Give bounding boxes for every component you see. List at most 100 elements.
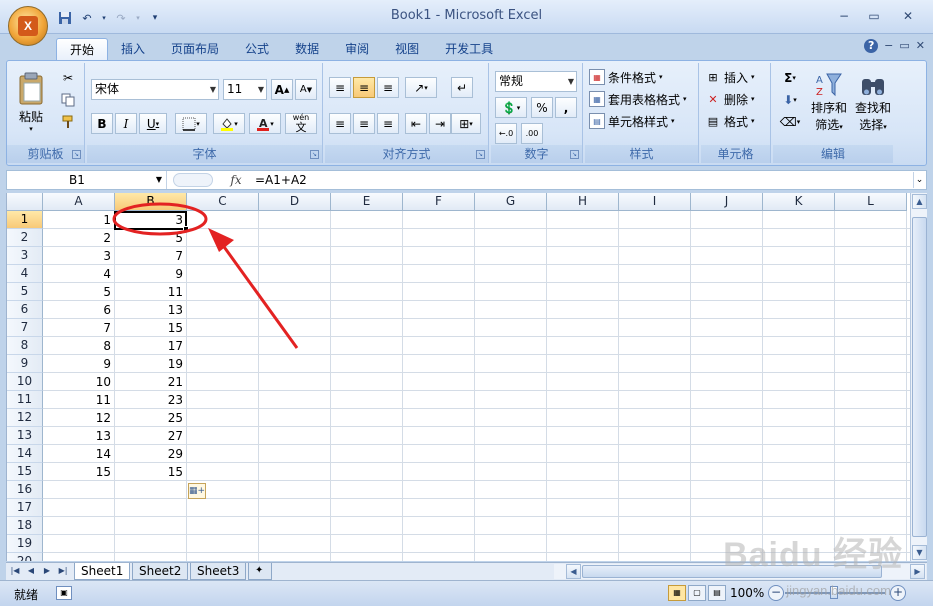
shrink-font-button[interactable]: A ▼ xyxy=(295,79,317,100)
decrease-indent-button[interactable]: ⇤ xyxy=(405,113,427,134)
currency-button[interactable]: 💲 ▾ xyxy=(495,97,527,118)
worksheet-grid[interactable]: A B C D E F G H I J K L 1 2 3 4 5 6 7 8 9 10 11 12 13 14 15 16 17 18 1… xyxy=(6,193,910,561)
cell-styles-button[interactable]: ▤ 单元格样式 ▾ xyxy=(589,111,675,131)
delete-cells-button[interactable]: ✕ 删除 ▾ xyxy=(705,89,754,109)
formula-splitter-icon[interactable] xyxy=(173,173,213,187)
last-sheet-icon[interactable]: ▶| xyxy=(56,564,70,578)
sheet-tab-sheet1[interactable]: Sheet1 xyxy=(74,563,131,580)
cell-a1[interactable]: 1 xyxy=(43,211,115,229)
phonetic-button[interactable]: wén 文 xyxy=(285,113,317,134)
merge-center-button[interactable]: ⊞ ▾ xyxy=(451,113,481,134)
insert-cells-button[interactable]: ⊞ 插入 ▾ xyxy=(705,67,754,87)
alignment-launcher-icon[interactable]: ↘ xyxy=(476,150,485,159)
column-header-f[interactable]: F xyxy=(403,193,475,211)
bold-button[interactable]: B xyxy=(91,113,113,134)
sheet-tab-sheet3[interactable]: Sheet3 xyxy=(190,563,247,580)
column-header-b[interactable]: B xyxy=(115,193,187,211)
insert-function-icon[interactable]: fx xyxy=(225,171,247,189)
row-header-13[interactable]: 13 xyxy=(7,427,43,445)
row-header-20[interactable]: 20 xyxy=(7,553,43,561)
column-header-l[interactable]: L xyxy=(835,193,907,211)
cell-b11[interactable]: 23 xyxy=(115,391,187,409)
row-header-10[interactable]: 10 xyxy=(7,373,43,391)
increase-indent-button[interactable]: ⇥ xyxy=(429,113,451,134)
cell-a6[interactable]: 6 xyxy=(43,301,115,319)
column-header-j[interactable]: J xyxy=(691,193,763,211)
align-left-button[interactable]: ≡ xyxy=(329,113,351,134)
tab-view[interactable]: 视图 xyxy=(382,38,432,60)
workbook-restore-button[interactable]: ▭ xyxy=(899,39,909,53)
align-middle-button[interactable]: ≡ xyxy=(353,77,375,98)
formula-input[interactable]: =A1+A2 xyxy=(255,171,307,189)
cell-a5[interactable]: 5 xyxy=(43,283,115,301)
column-header-a[interactable]: A xyxy=(43,193,115,211)
cell-b5[interactable]: 11 xyxy=(115,283,187,301)
row-header-2[interactable]: 2 xyxy=(7,229,43,247)
cell-b12[interactable]: 25 xyxy=(115,409,187,427)
tab-data[interactable]: 数据 xyxy=(282,38,332,60)
row-header-6[interactable]: 6 xyxy=(7,301,43,319)
close-button[interactable]: ✕ xyxy=(896,8,920,24)
increase-decimal-button[interactable]: ←.0 xyxy=(495,123,517,144)
format-cells-button[interactable]: ▤ 格式 ▾ xyxy=(705,111,755,131)
font-color-button[interactable]: A ▾ xyxy=(249,113,281,134)
page-layout-view-button[interactable]: ▢ xyxy=(688,585,706,601)
conditional-formatting-button[interactable]: ▦ 条件格式 ▾ xyxy=(589,67,663,87)
scroll-right-icon[interactable]: ▶ xyxy=(910,564,925,579)
insert-sheet-icon[interactable]: ✦ xyxy=(248,563,272,580)
cell-a9[interactable]: 9 xyxy=(43,355,115,373)
scroll-left-icon[interactable]: ◀ xyxy=(566,564,581,579)
cell-a8[interactable]: 8 xyxy=(43,337,115,355)
row-header-12[interactable]: 12 xyxy=(7,409,43,427)
help-icon[interactable]: ? xyxy=(864,39,879,53)
clear-icon[interactable]: ⌫ ▾ xyxy=(779,113,801,131)
percent-button[interactable]: % xyxy=(531,97,553,118)
font-name-select[interactable]: 宋体 ▼ xyxy=(91,79,219,100)
office-button[interactable]: X xyxy=(8,6,48,46)
workbook-close-button[interactable]: ✕ xyxy=(916,39,925,53)
page-break-view-button[interactable]: ▤ xyxy=(708,585,726,601)
row-header-11[interactable]: 11 xyxy=(7,391,43,409)
macro-record-icon[interactable]: ▣ xyxy=(56,586,72,600)
underline-button[interactable]: U ▾ xyxy=(139,113,167,134)
row-header-19[interactable]: 19 xyxy=(7,535,43,553)
fill-icon[interactable]: ⬇ ▾ xyxy=(779,91,801,109)
cell-b13[interactable]: 27 xyxy=(115,427,187,445)
zoom-level[interactable]: 100% xyxy=(730,586,764,600)
first-sheet-icon[interactable]: |◀ xyxy=(8,564,22,578)
fill-color-button[interactable]: ▾ xyxy=(213,113,245,134)
align-top-button[interactable]: ≡ xyxy=(329,77,351,98)
find-select-button[interactable]: 查找和 选择▾ xyxy=(853,67,893,137)
tab-review[interactable]: 审阅 xyxy=(332,38,382,60)
format-as-table-button[interactable]: ▦ 套用表格格式 ▾ xyxy=(589,89,687,109)
auto-fill-options-icon[interactable]: ▦+ xyxy=(188,483,206,499)
cell-a15[interactable]: 15 xyxy=(43,463,115,481)
decrease-decimal-button[interactable]: .00 xyxy=(521,123,543,144)
prev-sheet-icon[interactable]: ◀ xyxy=(24,564,38,578)
number-format-select[interactable]: 常规 ▼ xyxy=(495,71,577,92)
row-header-14[interactable]: 14 xyxy=(7,445,43,463)
normal-view-button[interactable]: ▦ xyxy=(668,585,686,601)
cell-a7[interactable]: 7 xyxy=(43,319,115,337)
cell-a10[interactable]: 10 xyxy=(43,373,115,391)
column-header-g[interactable]: G xyxy=(475,193,547,211)
expand-formula-bar-icon[interactable]: ⌄ xyxy=(913,172,925,188)
cell-b10[interactable]: 21 xyxy=(115,373,187,391)
zoom-out-icon[interactable]: − xyxy=(768,585,784,601)
column-header-c[interactable]: C xyxy=(187,193,259,211)
cell-b7[interactable]: 15 xyxy=(115,319,187,337)
align-bottom-button[interactable]: ≡ xyxy=(377,77,399,98)
cell-a14[interactable]: 14 xyxy=(43,445,115,463)
row-header-4[interactable]: 4 xyxy=(7,265,43,283)
align-center-button[interactable]: ≡ xyxy=(353,113,375,134)
cell-a4[interactable]: 4 xyxy=(43,265,115,283)
workbook-minimize-button[interactable]: − xyxy=(884,39,893,53)
row-header-7[interactable]: 7 xyxy=(7,319,43,337)
row-header-16[interactable]: 16 xyxy=(7,481,43,499)
row-header-15[interactable]: 15 xyxy=(7,463,43,481)
tab-developer[interactable]: 开发工具 xyxy=(432,38,506,60)
vertical-scroll-thumb[interactable] xyxy=(912,217,927,537)
cut-icon[interactable]: ✂ xyxy=(59,69,77,87)
autosum-icon[interactable]: Σ ▾ xyxy=(779,69,801,87)
name-box[interactable]: B1 ▼ xyxy=(7,171,167,189)
